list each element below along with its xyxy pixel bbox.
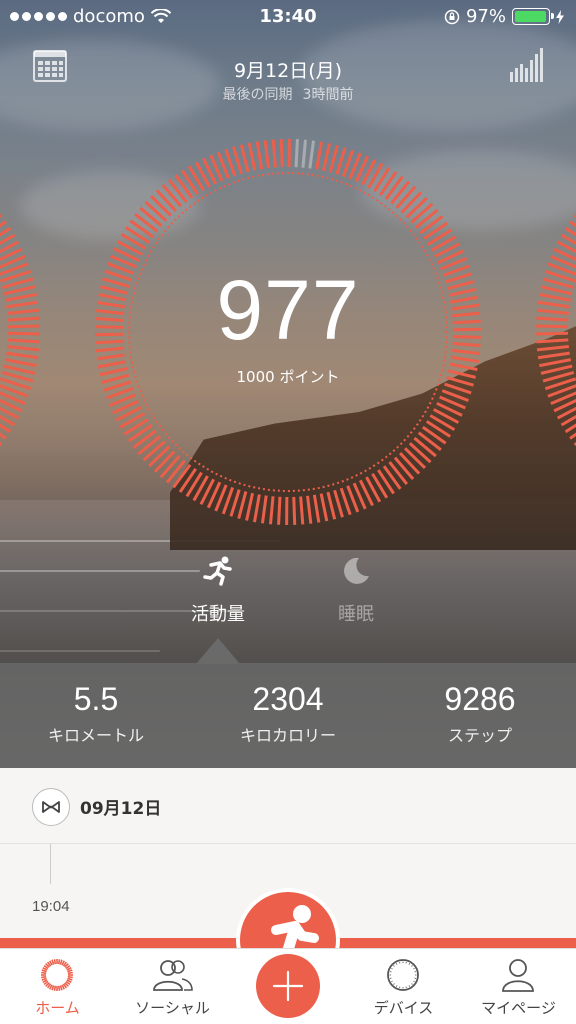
home-ring-tick xyxy=(59,985,63,991)
home-ring-tick xyxy=(51,959,55,965)
mode-tab-activity[interactable]: 活動量 xyxy=(158,556,278,626)
ring-tick xyxy=(328,145,339,173)
add-button[interactable] xyxy=(256,954,320,1018)
ring-tick xyxy=(301,139,307,168)
ring-tick xyxy=(373,166,391,193)
device-tick xyxy=(411,983,413,985)
steps-label: ステップ xyxy=(447,726,512,745)
ring-tick xyxy=(271,139,277,168)
ring-tick xyxy=(299,496,305,525)
timeline-day-label: 09月12日 xyxy=(80,799,162,819)
ring-tick xyxy=(384,175,404,201)
activity-score: 977 xyxy=(216,263,360,357)
home-ring-tick xyxy=(41,971,47,975)
ring-tick xyxy=(279,139,284,168)
device-tick xyxy=(408,985,411,987)
device-tick xyxy=(395,963,398,965)
timeline-event-time: 19:04 xyxy=(32,898,70,915)
ring-tick xyxy=(263,140,270,169)
tab-home-label: ホーム xyxy=(35,999,80,1017)
device-tick xyxy=(413,980,415,983)
home-ring-tick xyxy=(67,975,73,979)
tab-social[interactable]: ソーシャル xyxy=(115,949,230,1024)
stat-distance[interactable]: 5.5 キロメートル xyxy=(0,663,192,768)
device-tick xyxy=(393,983,395,985)
ring-tick xyxy=(172,463,192,489)
plus-icon xyxy=(272,970,304,1002)
ring-tick xyxy=(321,143,331,172)
home-ring-icon xyxy=(41,959,73,991)
ring-tick xyxy=(425,420,452,438)
ring-tick xyxy=(253,494,261,523)
bowtie-icon xyxy=(32,788,70,826)
device-tick xyxy=(413,967,415,970)
tab-device[interactable]: デバイス xyxy=(346,949,461,1024)
ring-tick xyxy=(237,491,248,519)
device-tick xyxy=(411,965,413,967)
device-icon xyxy=(387,959,419,991)
ring-tick xyxy=(129,219,155,239)
ring-tick xyxy=(421,425,447,445)
calories-label: キロカロリー xyxy=(239,726,336,745)
timeline-line xyxy=(50,844,51,884)
ring-tick xyxy=(285,496,289,526)
home-ring-tick xyxy=(67,971,73,975)
people-icon xyxy=(153,960,193,991)
ring-tick xyxy=(277,496,282,525)
ring-tick xyxy=(269,496,275,525)
home-ring-tick xyxy=(53,959,57,965)
device-tick xyxy=(391,980,393,983)
ring-tick xyxy=(287,138,291,168)
tab-mypage[interactable]: マイページ xyxy=(461,949,576,1024)
tab-pointer xyxy=(196,638,240,664)
person-icon xyxy=(502,959,534,992)
home-ring-tick xyxy=(41,969,47,973)
stat-steps[interactable]: 9286 ステップ xyxy=(384,663,576,768)
home-ring-tick xyxy=(51,985,55,991)
ring-tick xyxy=(294,139,299,168)
ring-tick xyxy=(308,140,316,169)
ring-tick xyxy=(178,467,197,493)
mode-activity-label: 活動量 xyxy=(191,604,245,625)
running-icon xyxy=(203,556,232,586)
ring-tick xyxy=(306,495,313,524)
next-day-ring-tick xyxy=(539,358,572,368)
tab-social-label: ソーシャル xyxy=(135,999,210,1017)
home-ring-tick xyxy=(57,985,61,991)
ring-tick xyxy=(292,496,297,525)
tab-home[interactable]: ホーム xyxy=(0,949,115,1024)
distance-value: 5.5 xyxy=(73,681,119,717)
home-ring-tick xyxy=(67,969,73,973)
stats-panel: 5.5 キロメートル 2304 キロカロリー 9286 ステップ xyxy=(0,663,576,768)
home-ring-tick xyxy=(41,975,47,979)
calories-value: 2304 xyxy=(252,681,324,717)
ring-tick xyxy=(124,226,151,244)
home-ring-tick xyxy=(53,985,57,991)
ring-tick xyxy=(260,495,268,524)
tab-mypage-label: マイページ xyxy=(481,999,556,1017)
ring-tick xyxy=(315,141,323,170)
device-tick xyxy=(393,965,395,967)
mode-tab-sleep[interactable]: 睡眠 xyxy=(296,556,416,626)
ring-tick xyxy=(245,492,255,521)
moon-icon xyxy=(344,557,369,584)
ring-tick xyxy=(379,171,398,197)
device-tick xyxy=(408,963,411,965)
tab-device-label: デバイス xyxy=(373,999,434,1017)
mode-sleep-label: 睡眠 xyxy=(338,604,374,625)
device-tick xyxy=(391,967,393,970)
ring-tick xyxy=(185,471,203,498)
steps-value: 9286 xyxy=(444,681,516,717)
timeline-day-row[interactable]: 09月12日 xyxy=(0,768,576,844)
score-goal: 1000 ポイント xyxy=(236,368,340,386)
prev-day-ring-tick xyxy=(4,358,37,368)
distance-label: キロメートル xyxy=(47,726,144,745)
device-tick xyxy=(395,985,398,987)
home-ring-tick xyxy=(57,959,61,965)
home-ring-tick xyxy=(41,977,47,981)
home-ring-tick xyxy=(59,959,63,965)
stat-calories[interactable]: 2304 キロカロリー xyxy=(192,663,384,768)
home-ring-tick xyxy=(67,977,73,981)
